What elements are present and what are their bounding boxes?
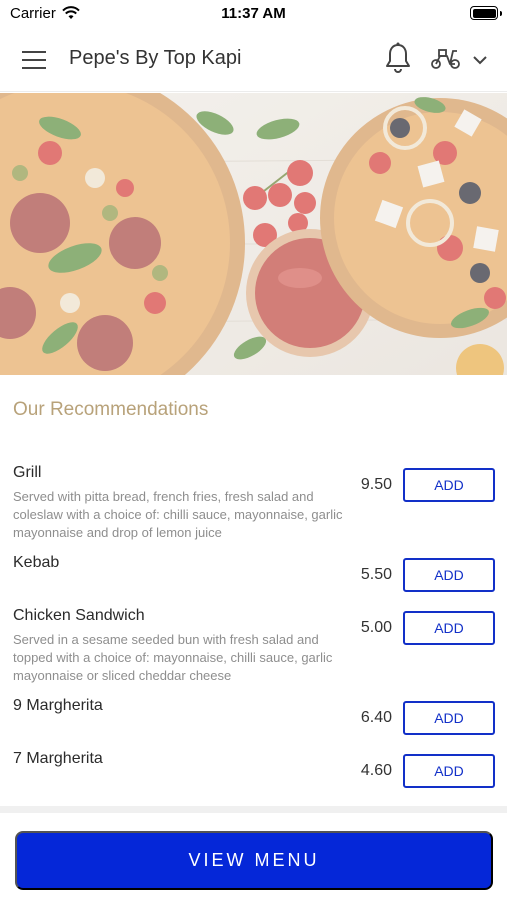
add-button[interactable]: ADD bbox=[403, 754, 495, 788]
item-name: Chicken Sandwich bbox=[13, 607, 145, 624]
bell-icon[interactable] bbox=[384, 42, 412, 79]
hamburger-menu-icon[interactable] bbox=[22, 49, 48, 71]
view-menu-button[interactable]: VIEW MENU bbox=[15, 831, 493, 890]
item-name: Grill bbox=[13, 464, 42, 481]
add-button[interactable]: ADD bbox=[403, 558, 495, 592]
chevron-down-icon[interactable] bbox=[472, 52, 488, 70]
item-price: 9.50 bbox=[360, 476, 392, 493]
app-header: Pepe's By Top Kapi bbox=[0, 28, 507, 92]
item-description: Served with pitta bread, french fries, f… bbox=[13, 489, 343, 540]
footer-divider bbox=[0, 806, 507, 813]
status-bar: Carrier 11:37 AM bbox=[0, 0, 507, 28]
item-name: Kebab bbox=[13, 554, 60, 571]
clock: 11:37 AM bbox=[221, 5, 286, 22]
item-name: 9 Margherita bbox=[13, 697, 103, 714]
hero-image bbox=[0, 93, 507, 375]
item-price: 5.00 bbox=[360, 619, 392, 636]
scooter-icon[interactable] bbox=[430, 46, 462, 75]
recommendations-heading: Our Recommendations bbox=[13, 399, 209, 420]
add-button[interactable]: ADD bbox=[403, 468, 495, 502]
item-description: Served in a sesame seeded bun with fresh… bbox=[13, 632, 333, 683]
add-button[interactable]: ADD bbox=[403, 701, 495, 735]
item-price: 6.40 bbox=[360, 709, 392, 726]
battery-icon bbox=[470, 6, 502, 20]
item-price: 5.50 bbox=[360, 566, 392, 583]
add-button[interactable]: ADD bbox=[403, 611, 495, 645]
item-name: 7 Margherita bbox=[13, 750, 103, 767]
item-price: 4.60 bbox=[360, 762, 392, 779]
restaurant-title: Pepe's By Top Kapi bbox=[69, 47, 242, 69]
